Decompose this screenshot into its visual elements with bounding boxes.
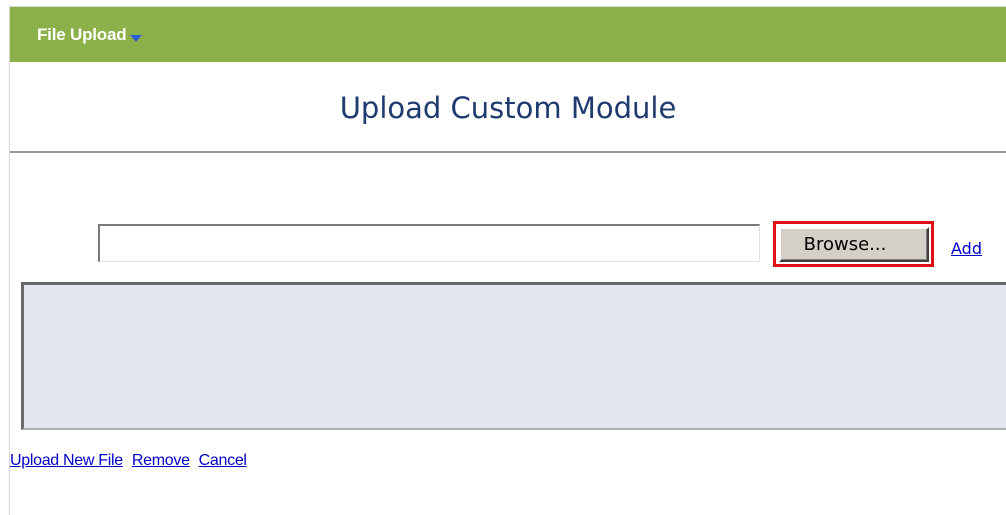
file-upload-menu[interactable]: File Upload [37, 24, 143, 45]
frame-border-left [9, 6, 10, 515]
upload-new-file-link[interactable]: Upload New File [10, 452, 123, 470]
caret-down-icon [130, 30, 143, 42]
title-divider [10, 151, 1006, 153]
file-list-box[interactable] [21, 282, 1006, 430]
action-links: Upload New File Remove Cancel [10, 452, 256, 470]
cancel-link[interactable]: Cancel [199, 452, 247, 470]
page-title: Upload Custom Module [339, 91, 677, 125]
header-title: File Upload [37, 24, 127, 44]
add-link[interactable]: Add [951, 239, 982, 258]
remove-link[interactable]: Remove [132, 452, 190, 470]
header-bar: File Upload [10, 7, 1006, 62]
file-path-input[interactable] [98, 224, 760, 262]
upload-page: File Upload Upload Custom Module Browse.… [0, 0, 1006, 515]
browse-button[interactable]: Browse... [779, 227, 929, 262]
